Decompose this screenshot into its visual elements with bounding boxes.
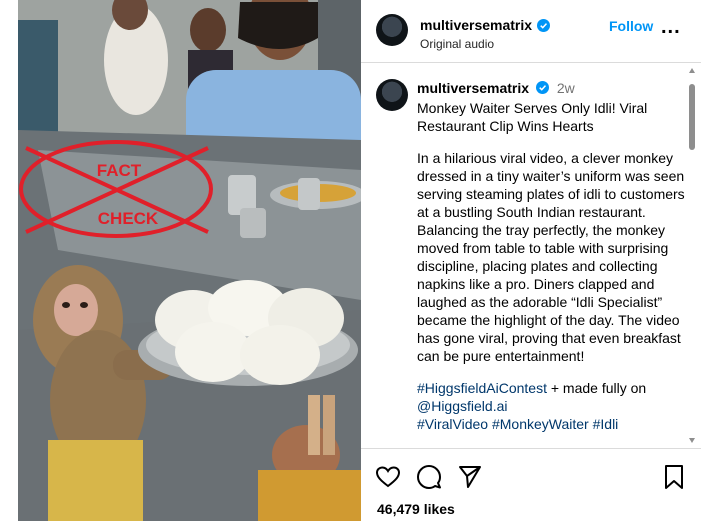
send-icon[interactable] (457, 464, 483, 490)
mention-link[interactable]: @Higgsfield.ai (417, 398, 507, 414)
heart-icon[interactable] (375, 465, 401, 489)
post-header: multiversematrix Original audio Follow .… (361, 0, 701, 63)
caption-username[interactable]: multiversematrix (417, 80, 529, 96)
scrollbar[interactable] (689, 68, 695, 443)
post-side-panel: multiversematrix Original audio Follow .… (361, 0, 701, 521)
action-bar: 46,479 likes (361, 448, 701, 522)
video-frame: FACT CHECK (18, 0, 361, 521)
caption-tail: + made fully on (546, 380, 647, 396)
scroll-up-icon[interactable] (689, 68, 695, 73)
verified-badge-icon (535, 81, 549, 94)
more-options-icon[interactable]: ... (661, 16, 681, 39)
post-media[interactable]: FACT CHECK (18, 0, 361, 521)
comments-area: multiversematrix 2w Monkey Waiter Serves… (361, 63, 701, 448)
caption-body: In a hilarious viral video, a clever mon… (417, 150, 685, 364)
verified-badge-icon (537, 19, 550, 32)
avatar[interactable] (376, 14, 408, 46)
hashtag-link[interactable]: #HiggsfieldAiContest (417, 380, 547, 396)
scroll-down-icon[interactable] (689, 438, 695, 443)
check-text: CHECK (98, 209, 159, 228)
caption-title: Monkey Waiter Serves Only Idli! Viral Re… (417, 100, 648, 134)
bookmark-icon[interactable] (663, 464, 685, 490)
audio-label[interactable]: Original audio (420, 37, 494, 51)
caption-avatar[interactable] (376, 79, 408, 111)
hashtags-cut-line[interactable]: #ViralVideo #MonkeyWaiter #Idli (417, 416, 618, 432)
caption: multiversematrix 2w Monkey Waiter Serves… (417, 79, 687, 433)
fact-text: FACT (97, 161, 142, 180)
scroll-thumb[interactable] (689, 84, 695, 150)
comment-icon[interactable] (416, 464, 442, 490)
likes-count[interactable]: 46,479 likes (377, 501, 455, 517)
header-username[interactable]: multiversematrix (420, 17, 532, 33)
post-time[interactable]: 2w (557, 80, 575, 96)
follow-button[interactable]: Follow (609, 18, 653, 34)
